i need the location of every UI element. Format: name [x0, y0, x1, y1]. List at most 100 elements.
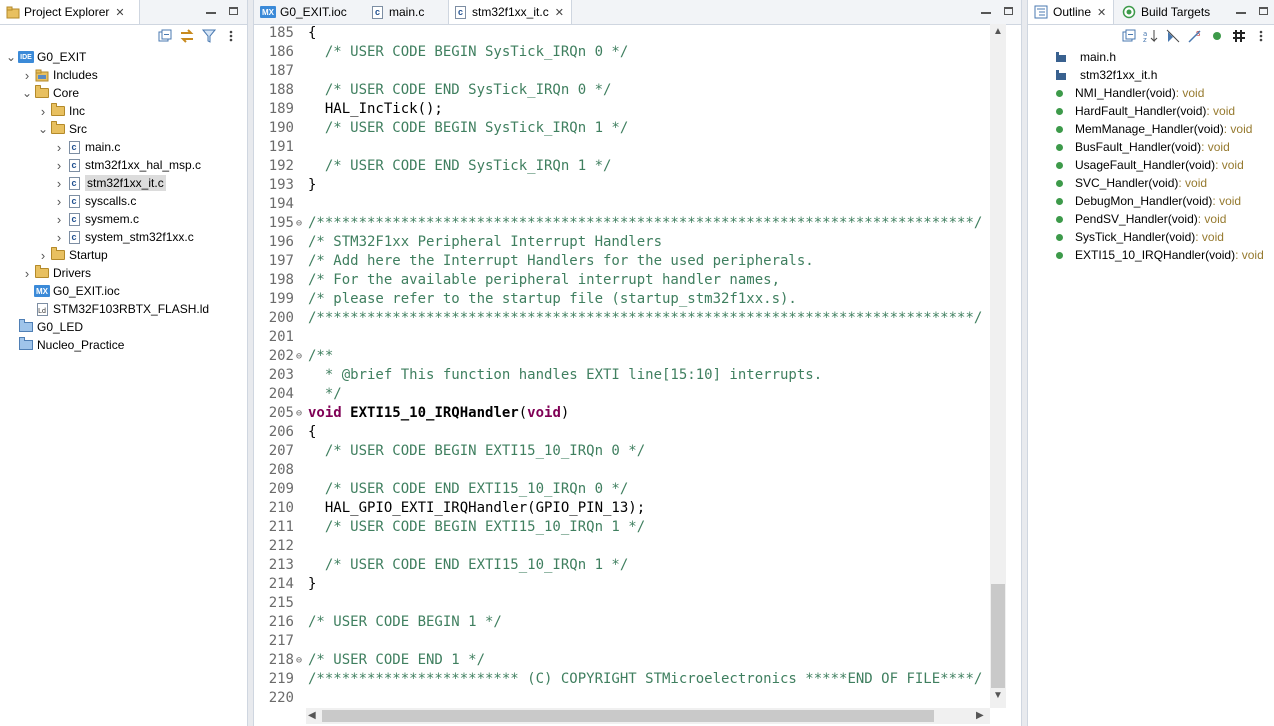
minimize-icon[interactable] — [978, 3, 994, 19]
chevron-right-icon[interactable]: › — [54, 140, 64, 155]
chevron-right-icon[interactable]: › — [22, 266, 32, 281]
hide-static-icon[interactable]: S — [1186, 27, 1204, 45]
code-line[interactable]: } — [308, 575, 316, 594]
chevron-right-icon[interactable]: › — [54, 230, 64, 245]
code-line[interactable]: /************************ (C) COPYRIGHT … — [308, 670, 982, 689]
hash-icon[interactable] — [1230, 27, 1248, 45]
outline-item[interactable]: SysTick_Handler(void) : void — [1056, 228, 1224, 246]
outline-item[interactable]: UsageFault_Handler(void) : void — [1056, 156, 1244, 174]
scroll-right-icon[interactable]: ▶ — [976, 710, 988, 722]
chevron-right-icon[interactable]: › — [22, 68, 32, 83]
tree-item[interactable]: › Drivers — [22, 264, 91, 282]
tree-vertical-scrollbar-track[interactable] — [240, 48, 246, 718]
code-line[interactable]: HAL_GPIO_EXTI_IRQHandler(GPIO_PIN_13); — [308, 499, 645, 518]
collapse-all-icon[interactable] — [156, 27, 174, 45]
tab-project-explorer[interactable]: Project Explorer ✕ — [0, 0, 140, 24]
code-line[interactable]: /* USER CODE BEGIN SysTick_IRQn 0 */ — [308, 43, 628, 62]
outline-item[interactable]: stm32f1xx_it.h — [1056, 66, 1157, 84]
outline-item[interactable]: main.h — [1056, 48, 1116, 66]
editor-horizontal-scrollbar[interactable]: ◀ ▶ — [306, 708, 990, 724]
outline-item[interactable]: BusFault_Handler(void) : void — [1056, 138, 1230, 156]
code-line[interactable]: } — [308, 176, 316, 195]
view-menu-icon[interactable] — [222, 27, 240, 45]
code-line[interactable]: /* USER CODE BEGIN EXTI15_10_IRQn 0 */ — [308, 442, 645, 461]
minimize-icon[interactable] — [1233, 3, 1249, 19]
scroll-left-icon[interactable]: ◀ — [308, 710, 320, 722]
code-line[interactable]: /* USER CODE END 1 */ — [308, 651, 485, 670]
outline-item[interactable]: DebugMon_Handler(void) : void — [1056, 192, 1241, 210]
tree-item[interactable]: › c stm32f1xx_it.c — [54, 174, 166, 192]
tree-item[interactable]: › Inc — [38, 102, 85, 120]
code-line[interactable]: * @brief This function handles EXTI line… — [308, 366, 822, 385]
code-line[interactable]: /* Add here the Interrupt Handlers for t… — [308, 252, 814, 271]
code-line[interactable]: /* USER CODE END EXTI15_10_IRQn 0 */ — [308, 480, 628, 499]
link-editor-icon[interactable] — [178, 27, 196, 45]
close-icon[interactable]: ✕ — [115, 6, 124, 19]
code-line[interactable]: /* For the available peripheral interrup… — [308, 271, 780, 290]
outline-item[interactable]: EXTI15_10_IRQHandler(void) : void — [1056, 246, 1264, 264]
fold-collapse-icon[interactable]: ⊖ — [296, 404, 306, 423]
chevron-right-icon[interactable]: › — [38, 248, 48, 263]
code-line[interactable]: /***************************************… — [308, 214, 982, 233]
code-line[interactable]: */ — [308, 385, 342, 404]
code-line[interactable]: /* USER CODE BEGIN EXTI15_10_IRQn 1 */ — [308, 518, 645, 537]
tab-stm32f1xx-it-c[interactable]: c stm32f1xx_it.c ✕ — [448, 0, 572, 24]
code-line[interactable]: /** — [308, 347, 333, 366]
tab-build-targets[interactable]: Build Targets — [1116, 0, 1226, 24]
maximize-icon[interactable] — [1255, 3, 1271, 19]
close-icon[interactable]: ✕ — [1097, 6, 1106, 19]
code-line[interactable]: HAL_IncTick(); — [308, 100, 443, 119]
chevron-down-icon[interactable]: ⌄ — [38, 122, 48, 136]
scrollbar-thumb[interactable] — [991, 584, 1005, 688]
chevron-right-icon[interactable]: › — [54, 158, 64, 173]
code-line[interactable]: { — [308, 24, 316, 43]
hide-non-public-icon[interactable] — [1208, 27, 1226, 45]
code-line[interactable]: /* USER CODE BEGIN SysTick_IRQn 1 */ — [308, 119, 628, 138]
scroll-down-icon[interactable]: ▼ — [990, 690, 1006, 704]
tree-item[interactable]: ⌄ Core — [22, 84, 79, 102]
fold-collapse-icon[interactable]: ⊖ — [296, 347, 306, 366]
chevron-right-icon[interactable]: › — [38, 104, 48, 119]
tree-item[interactable]: › Startup — [38, 246, 108, 264]
tree-item[interactable]: › c sysmem.c — [54, 210, 139, 228]
code-line[interactable]: /* please refer to the startup file (sta… — [308, 290, 797, 309]
scrollbar-thumb[interactable] — [322, 710, 934, 722]
chevron-down-icon[interactable]: ⌄ — [6, 50, 16, 64]
tree-item[interactable]: G0_LED — [6, 318, 83, 336]
maximize-icon[interactable] — [225, 3, 241, 19]
code-line[interactable]: /* USER CODE BEGIN 1 */ — [308, 613, 502, 632]
fold-collapse-icon[interactable]: ⊖ — [296, 651, 306, 670]
tree-item[interactable]: Ld STM32F103RBTX_FLASH.ld — [22, 300, 209, 318]
tab-g0-exit-ioc[interactable]: MX G0_EXIT.ioc — [254, 0, 366, 24]
outline-item[interactable]: MemManage_Handler(void) : void — [1056, 120, 1252, 138]
hide-fields-icon[interactable] — [1164, 27, 1182, 45]
tree-item[interactable]: › c system_stm32f1xx.c — [54, 228, 194, 246]
chevron-down-icon[interactable]: ⌄ — [22, 86, 32, 100]
outline-item[interactable]: NMI_Handler(void) : void — [1056, 84, 1204, 102]
outline-item[interactable]: SVC_Handler(void) : void — [1056, 174, 1207, 192]
collapse-all-icon[interactable] — [1120, 27, 1138, 45]
tree-item[interactable]: MX G0_EXIT.ioc — [22, 282, 120, 300]
tree-item[interactable]: › c syscalls.c — [54, 192, 137, 210]
tree-item[interactable]: ⌄ Src — [38, 120, 87, 138]
tree-item[interactable]: › c main.c — [54, 138, 121, 156]
code-line[interactable]: /* STM32F1xx Peripheral Interrupt Handle… — [308, 233, 662, 252]
chevron-right-icon[interactable]: › — [54, 194, 64, 209]
chevron-right-icon[interactable]: › — [54, 176, 64, 191]
outline-item[interactable]: PendSV_Handler(void) : void — [1056, 210, 1226, 228]
tab-outline[interactable]: Outline ✕ — [1028, 0, 1114, 24]
code-line[interactable]: /* USER CODE END EXTI15_10_IRQn 1 */ — [308, 556, 628, 575]
minimize-icon[interactable] — [203, 3, 219, 19]
tree-item[interactable]: › Includes — [22, 66, 98, 84]
code-line[interactable]: /* USER CODE END SysTick_IRQn 0 */ — [308, 81, 612, 100]
sort-icon[interactable]: az — [1142, 27, 1160, 45]
tree-item[interactable]: › c stm32f1xx_hal_msp.c — [54, 156, 201, 174]
fold-collapse-icon[interactable]: ⊖ — [296, 214, 306, 233]
chevron-right-icon[interactable]: › — [54, 212, 64, 227]
tree-item[interactable]: Nucleo_Practice — [6, 336, 124, 354]
view-menu-icon[interactable] — [1252, 27, 1270, 45]
code-line[interactable]: void EXTI15_10_IRQHandler(void) — [308, 404, 569, 423]
outline-item[interactable]: HardFault_Handler(void) : void — [1056, 102, 1235, 120]
code-line[interactable]: /***************************************… — [308, 309, 982, 328]
filter-icon[interactable] — [200, 27, 218, 45]
